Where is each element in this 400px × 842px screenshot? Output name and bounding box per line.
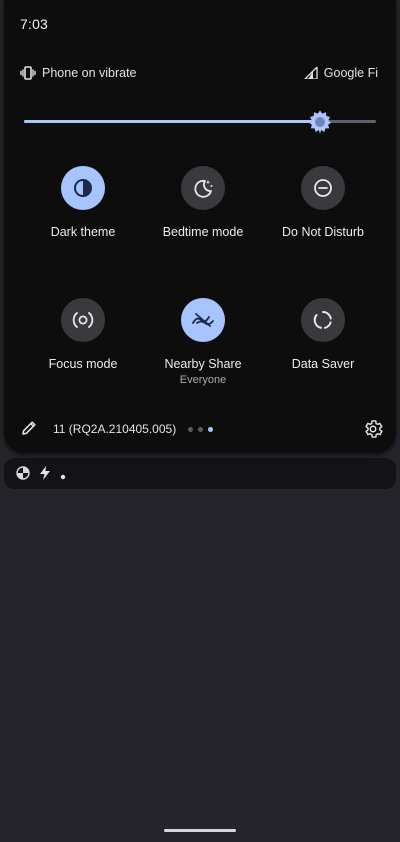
focus-mode-icon bbox=[72, 312, 94, 328]
tile-dark-theme[interactable]: Dark theme bbox=[23, 166, 143, 240]
carrier-label: Google Fi bbox=[323, 66, 378, 80]
notification-icons bbox=[16, 466, 66, 485]
tile-focus-mode-button[interactable] bbox=[61, 298, 105, 342]
ringer-mode-label: Phone on vibrate bbox=[42, 66, 137, 80]
tile-label: Bedtime mode bbox=[162, 225, 244, 239]
tile-nearby-share-button[interactable] bbox=[181, 298, 225, 342]
tile-focus-mode[interactable]: Focus mode bbox=[23, 298, 143, 372]
tile-nearby-share[interactable]: Nearby Share Everyone bbox=[143, 298, 263, 387]
home-gesture-bar[interactable] bbox=[164, 829, 236, 832]
bedtime-moon-icon bbox=[194, 179, 213, 198]
status-clock: 7:03 bbox=[20, 16, 49, 32]
page-dot bbox=[198, 427, 203, 432]
tile-dark-theme-button[interactable] bbox=[61, 166, 105, 210]
network-status[interactable]: Google Fi bbox=[303, 66, 378, 80]
quick-settings-panel: 7:03 Phone on vibrate Google Fi Dark the… bbox=[4, 0, 396, 453]
settings-gear-icon[interactable] bbox=[362, 418, 384, 445]
page-indicator bbox=[188, 427, 213, 432]
tile-bedtime-mode[interactable]: Bedtime mode bbox=[143, 166, 263, 240]
data-saver-icon bbox=[313, 311, 332, 329]
tile-label: Nearby Share bbox=[164, 357, 242, 371]
signal-icon bbox=[303, 67, 318, 79]
tile-sublabel: Everyone bbox=[179, 374, 227, 386]
tile-label: Focus mode bbox=[48, 357, 118, 371]
tile-data-saver[interactable]: Data Saver bbox=[263, 298, 383, 372]
tile-data-saver-button[interactable] bbox=[301, 298, 345, 342]
nearby-share-icon bbox=[192, 313, 214, 327]
ringer-status[interactable]: Phone on vibrate bbox=[20, 66, 137, 80]
brightness-slider[interactable] bbox=[24, 110, 376, 134]
tile-do-not-disturb-button[interactable] bbox=[301, 166, 345, 210]
tile-do-not-disturb[interactable]: Do Not Disturb bbox=[263, 166, 383, 240]
dark-theme-icon bbox=[74, 179, 92, 197]
notification-shelf[interactable] bbox=[4, 458, 396, 489]
phone-screen: 7:03 Phone on vibrate Google Fi Dark the… bbox=[0, 0, 400, 842]
qs-footer: 11 (RQ2A.210405.005) bbox=[4, 416, 396, 442]
tile-label: Dark theme bbox=[50, 225, 116, 239]
page-dot bbox=[208, 427, 213, 432]
do-not-disturb-icon bbox=[314, 179, 332, 197]
vibrate-icon bbox=[20, 66, 36, 80]
edit-pencil-icon[interactable] bbox=[20, 419, 38, 442]
brightness-sun-icon bbox=[309, 110, 331, 134]
tile-label: Do Not Disturb bbox=[282, 225, 364, 239]
brightness-track-fill bbox=[24, 120, 320, 123]
flash-icon bbox=[39, 466, 51, 485]
tile-label: Data Saver bbox=[291, 357, 355, 371]
qs-header-row: Phone on vibrate Google Fi bbox=[4, 62, 396, 84]
build-number[interactable]: 11 (RQ2A.210405.005) bbox=[53, 422, 176, 436]
brightness-thumb[interactable] bbox=[308, 110, 332, 134]
page-dot bbox=[188, 427, 193, 432]
more-dot-icon bbox=[60, 467, 66, 485]
tile-bedtime-mode-button[interactable] bbox=[181, 166, 225, 210]
app-notification-icon bbox=[16, 466, 30, 485]
